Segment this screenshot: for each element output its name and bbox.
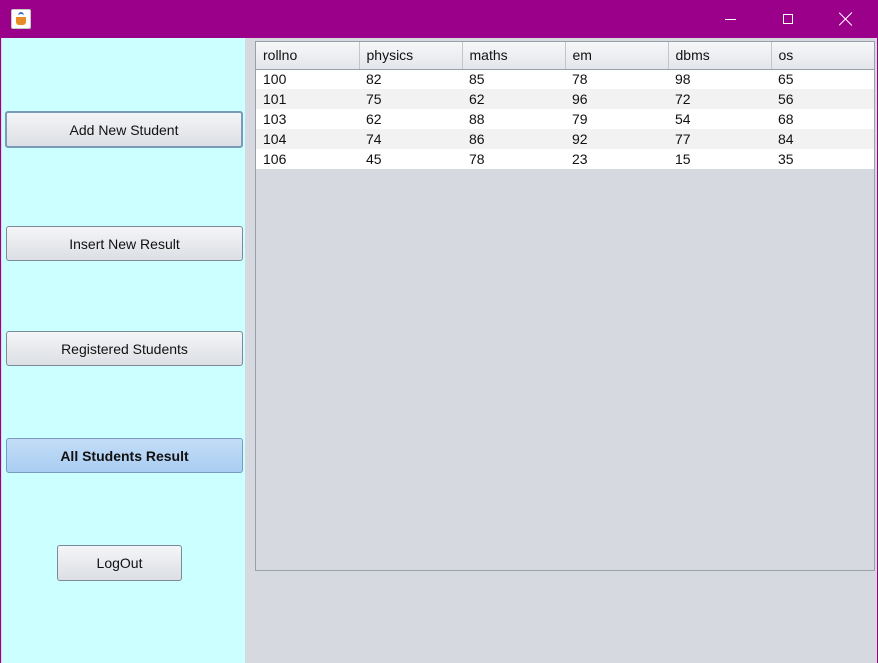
sidebar: Add New Student Insert New Result Regist… (2, 38, 245, 663)
column-header-dbms[interactable]: dbms (668, 42, 772, 70)
cell-em[interactable]: 23 (565, 149, 668, 169)
cell-os[interactable]: 35 (771, 149, 874, 169)
table-row[interactable]: 103 62 88 79 54 68 (256, 109, 874, 129)
add-new-student-button[interactable]: Add New Student (5, 111, 243, 148)
cup-shape (16, 17, 26, 25)
cell-physics[interactable]: 45 (359, 149, 462, 169)
logout-button[interactable]: LogOut (57, 545, 182, 581)
cell-em[interactable]: 78 (565, 69, 668, 89)
column-header-rollno[interactable]: rollno (256, 42, 360, 70)
cell-dbms[interactable]: 72 (668, 89, 771, 109)
cell-physics[interactable]: 82 (359, 69, 462, 89)
registered-students-button[interactable]: Registered Students (6, 331, 243, 366)
table-row[interactable]: 101 75 62 96 72 56 (256, 89, 874, 109)
results-table-scrollpane[interactable]: rollno physics maths em dbms os 100 82 8… (255, 41, 875, 571)
cell-os[interactable]: 68 (771, 109, 874, 129)
table-row[interactable]: 104 74 86 92 77 84 (256, 129, 874, 149)
cell-rollno[interactable]: 106 (256, 149, 359, 169)
cell-rollno[interactable]: 100 (256, 69, 359, 89)
maximize-button[interactable] (759, 0, 817, 38)
column-header-os[interactable]: os (771, 42, 874, 70)
minimize-button[interactable] (701, 0, 759, 38)
table-row[interactable]: 100 82 85 78 98 65 (256, 69, 874, 89)
title-bar[interactable] (1, 0, 878, 38)
cell-physics[interactable]: 75 (359, 89, 462, 109)
column-header-physics[interactable]: physics (359, 42, 463, 70)
cell-dbms[interactable]: 15 (668, 149, 771, 169)
cell-dbms[interactable]: 77 (668, 129, 771, 149)
all-students-result-button[interactable]: All Students Result (6, 438, 243, 473)
cell-rollno[interactable]: 101 (256, 89, 359, 109)
results-table: rollno physics maths em dbms os 100 82 8… (256, 42, 874, 169)
table-header-row: rollno physics maths em dbms os (256, 42, 874, 70)
cell-em[interactable]: 96 (565, 89, 668, 109)
cell-os[interactable]: 84 (771, 129, 874, 149)
cell-os[interactable]: 65 (771, 69, 874, 89)
close-icon (839, 12, 853, 26)
cell-maths[interactable]: 85 (462, 69, 565, 89)
insert-new-result-button[interactable]: Insert New Result (6, 226, 243, 261)
cell-physics[interactable]: 62 (359, 109, 462, 129)
cell-em[interactable]: 79 (565, 109, 668, 129)
cell-maths[interactable]: 78 (462, 149, 565, 169)
column-header-maths[interactable]: maths (462, 42, 566, 70)
application-window: Add New Student Insert New Result Regist… (0, 0, 878, 663)
column-header-em[interactable]: em (565, 42, 669, 70)
cell-rollno[interactable]: 104 (256, 129, 359, 149)
close-button[interactable] (817, 0, 875, 38)
cell-maths[interactable]: 88 (462, 109, 565, 129)
java-coffee-cup-icon[interactable] (11, 9, 31, 29)
cell-dbms[interactable]: 54 (668, 109, 771, 129)
cell-maths[interactable]: 62 (462, 89, 565, 109)
cell-dbms[interactable]: 98 (668, 69, 771, 89)
maximize-icon (783, 14, 793, 24)
cell-em[interactable]: 92 (565, 129, 668, 149)
table-row[interactable]: 106 45 78 23 15 35 (256, 149, 874, 169)
cell-rollno[interactable]: 103 (256, 109, 359, 129)
cell-physics[interactable]: 74 (359, 129, 462, 149)
cell-os[interactable]: 56 (771, 89, 874, 109)
minimize-icon (724, 18, 736, 20)
cell-maths[interactable]: 86 (462, 129, 565, 149)
